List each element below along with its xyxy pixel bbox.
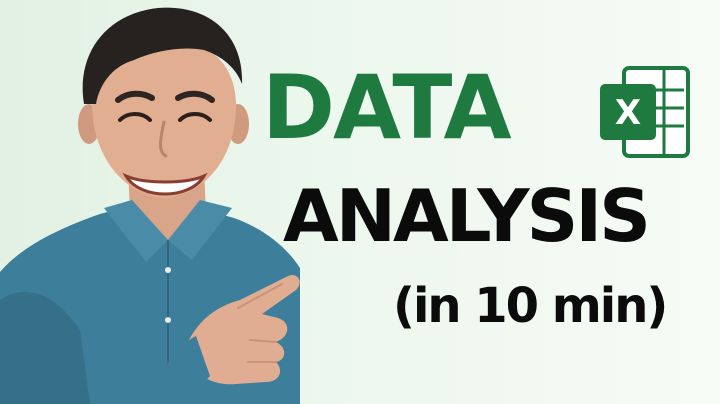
title-line-1: DATA	[262, 56, 512, 159]
subtitle: (in 10 min)	[393, 278, 668, 334]
excel-logo-letter: X	[615, 93, 641, 133]
video-thumbnail: DATA X ANALYSIS (in 10 min)	[0, 0, 720, 404]
title-line-2: ANALYSIS	[283, 174, 651, 258]
excel-logo-icon: X	[600, 66, 690, 158]
